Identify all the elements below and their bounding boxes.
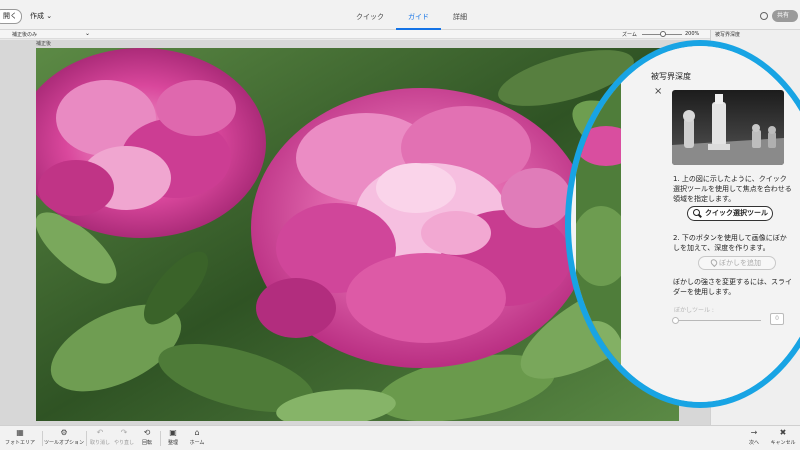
top-bar: 開く 作成 ⌄ クイック ガイド 詳細 共有	[0, 0, 800, 30]
quick-selection-tool-button[interactable]: クイック選択ツール	[687, 206, 773, 221]
tab-guided[interactable]: ガイド	[396, 0, 441, 30]
divider	[86, 431, 87, 446]
rotate-button[interactable]: ⟲ 回転	[138, 428, 156, 446]
photo-edge-magnified	[576, 46, 621, 402]
blur-slider-track[interactable]	[676, 320, 761, 321]
tool-options-label: ツールオプション	[44, 440, 85, 446]
photo-bin-label: フォトエリア	[4, 440, 35, 446]
next-label: 次へ	[748, 440, 759, 446]
share-button[interactable]: 共有	[772, 10, 798, 22]
arrow-right-icon: →	[750, 428, 758, 437]
redo-label: やり直し	[113, 440, 134, 446]
redo-button[interactable]: ↷ やり直し	[112, 428, 136, 446]
undo-label: 取り消し	[89, 440, 110, 446]
home-button[interactable]: ⌂ ホーム	[186, 428, 208, 446]
redo-icon: ↷	[120, 428, 128, 437]
bottom-bar: ▦ フォトエリア ⚙ ツールオプション ↶ 取り消し ↷ やり直し ⟲ 回転 ▣…	[0, 425, 800, 450]
cancel-label: キャンセル	[770, 440, 796, 446]
options-bar: 補正後のみ ⌄ ズーム 200%	[0, 30, 710, 39]
divider	[160, 431, 161, 446]
photo-bin-button[interactable]: ▦ フォトエリア	[4, 428, 36, 446]
blur-slider-handle[interactable]	[672, 317, 679, 324]
panel-title: 被写界深度	[715, 32, 741, 38]
step2-instructions: 2. 下のボタンを使用して画像にぼかしを加えて、深度を作ります。	[673, 234, 787, 252]
cancel-button[interactable]: ✖ キャンセル	[768, 428, 798, 446]
chess-illustration	[672, 90, 784, 165]
rotate-icon: ⟲	[143, 428, 151, 437]
view-select[interactable]: 補正後のみ	[12, 31, 92, 38]
home-label: ホーム	[189, 440, 205, 446]
depth-of-field-title: 被写界深度	[651, 72, 691, 81]
blur-value-field[interactable]: 0	[770, 313, 784, 325]
organizer-icon: ▣	[169, 428, 177, 437]
magnifier-callout: 被写界深度 × 1. 上の図に示したように、クイック選択ツールを使用して焦点を合…	[565, 40, 800, 408]
zoom-slider-handle[interactable]	[660, 31, 666, 37]
create-menu-label: 作成	[30, 12, 44, 20]
zoom-label: ズーム	[622, 32, 637, 38]
zoom-value: 200%	[685, 31, 700, 37]
rotate-label: 回転	[141, 440, 152, 446]
tool-options-icon: ⚙	[60, 428, 68, 437]
close-icon[interactable]: ×	[654, 86, 662, 97]
next-button[interactable]: → 次へ	[744, 428, 764, 446]
chevron-down-icon: ⌄	[46, 12, 53, 20]
step1-instructions: 1. 上の図に示したように、クイック選択ツールを使用して焦点を合わせる領域を指定…	[673, 175, 792, 203]
add-blur-label: ぼかしを追加	[719, 259, 761, 267]
home-icon: ⌂	[194, 428, 200, 437]
blur-slider-label: ぼかしツール :	[674, 307, 714, 314]
open-button[interactable]: 開く	[0, 9, 22, 24]
create-menu[interactable]: 作成 ⌄	[30, 11, 52, 21]
undo-icon: ↶	[96, 428, 104, 437]
quick-selection-label: クイック選択ツール	[705, 209, 768, 217]
magnifier-content: 被写界深度 × 1. 上の図に示したように、クイック選択ツールを使用して焦点を合…	[571, 46, 800, 402]
divider	[42, 431, 43, 446]
organizer-button[interactable]: ▣ 整理	[164, 428, 182, 446]
undo-button[interactable]: ↶ 取り消し	[88, 428, 112, 446]
organizer-label: 整理	[167, 440, 178, 446]
chevron-down-icon: ⌄	[85, 30, 91, 37]
photo-bin-icon: ▦	[16, 428, 24, 437]
cancel-icon: ✖	[779, 428, 787, 437]
tool-options-button[interactable]: ⚙ ツールオプション	[44, 428, 84, 446]
tab-quick[interactable]: クイック	[344, 0, 396, 30]
step3-instructions: ぼかしの強さを変更するには、スライダーを使用します。	[673, 278, 792, 296]
tab-expert[interactable]: 詳細	[441, 0, 479, 30]
mode-tabs: クイック ガイド 詳細	[344, 0, 479, 30]
brightness-icon[interactable]	[760, 12, 768, 20]
document-tab: 補正後	[36, 41, 52, 47]
